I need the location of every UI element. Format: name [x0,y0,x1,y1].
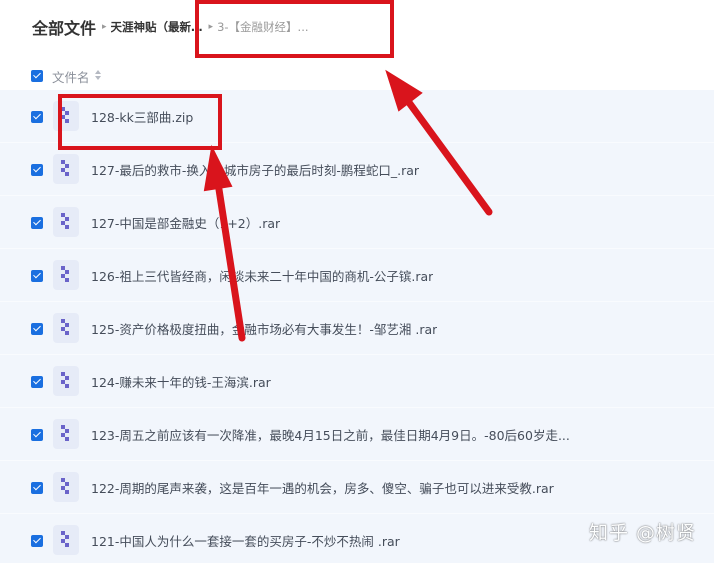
archive-file-icon [53,419,79,449]
file-name[interactable]: 127-最后的救市-换入大城市房子的最后时刻-鹏程蛇口_.rar [91,160,419,179]
file-name[interactable]: 121-中国人为什么一套接一套的买房子-不炒不热闹 .rar [91,531,400,550]
file-name[interactable]: 124-赚未来十年的钱-王海滨.rar [91,372,271,391]
file-list: 128-kk三部曲.zip 127-最后的救市-换入大城市房子的最后时刻-鹏程蛇… [0,90,714,563]
sort-icon[interactable] [95,70,101,82]
file-row[interactable]: 127-中国是部金融史（1+2）.rar [0,196,714,249]
file-manager-page: 全部文件 ▸ 天涯神贴（最新... ▸ 3-【金融财经】... 文件名 128-… [0,0,714,563]
annotation-box-breadcrumb [195,0,394,58]
file-name[interactable]: 123-周五之前应该有一次降准，最晚4月15日之前，最佳日期4月9日。-80后6… [91,425,570,444]
file-row[interactable]: 125-资产价格极度扭曲，金融市场必有大事发生！-邹艺湘 .rar [0,302,714,355]
archive-file-icon [53,366,79,396]
annotation-box-file [58,94,222,150]
archive-file-icon [53,154,79,184]
archive-file-icon [53,260,79,290]
file-row[interactable]: 124-赚未来十年的钱-王海滨.rar [0,355,714,408]
row-checkbox[interactable] [31,376,43,388]
archive-file-icon [53,313,79,343]
column-header-filename[interactable]: 文件名 [52,67,90,86]
row-checkbox[interactable] [31,535,43,547]
watermark: 知乎 @树贤 [588,522,696,544]
file-name[interactable]: 125-资产价格极度扭曲，金融市场必有大事发生！-邹艺湘 .rar [91,319,437,338]
file-row[interactable]: 127-最后的救市-换入大城市房子的最后时刻-鹏程蛇口_.rar [0,143,714,196]
file-row[interactable]: 123-周五之前应该有一次降准，最晚4月15日之前，最佳日期4月9日。-80后6… [0,408,714,461]
list-header: 文件名 [0,62,714,90]
breadcrumb-folder-parent[interactable]: 天涯神贴（最新... [111,19,203,35]
archive-file-icon [53,207,79,237]
row-checkbox[interactable] [31,323,43,335]
row-checkbox[interactable] [31,482,43,494]
breadcrumb-root[interactable]: 全部文件 [32,15,96,39]
row-checkbox[interactable] [31,270,43,282]
row-checkbox[interactable] [31,429,43,441]
file-name[interactable]: 122-周期的尾声来袭，这是百年一遇的机会，房多、傻空、骗子也可以进来受教.ra… [91,478,554,497]
file-row[interactable]: 126-祖上三代皆经商，闲谈未来二十年中国的商机-公子镔.rar [0,249,714,302]
file-name[interactable]: 126-祖上三代皆经商，闲谈未来二十年中国的商机-公子镔.rar [91,266,433,285]
row-checkbox[interactable] [31,217,43,229]
breadcrumb-separator-icon: ▸ [102,22,107,32]
row-checkbox[interactable] [31,164,43,176]
file-name[interactable]: 127-中国是部金融史（1+2）.rar [91,213,280,232]
row-checkbox[interactable] [31,111,43,123]
archive-file-icon [53,525,79,555]
select-all-checkbox[interactable] [31,70,43,82]
file-row[interactable]: 122-周期的尾声来袭，这是百年一遇的机会，房多、傻空、骗子也可以进来受教.ra… [0,461,714,514]
archive-file-icon [53,472,79,502]
